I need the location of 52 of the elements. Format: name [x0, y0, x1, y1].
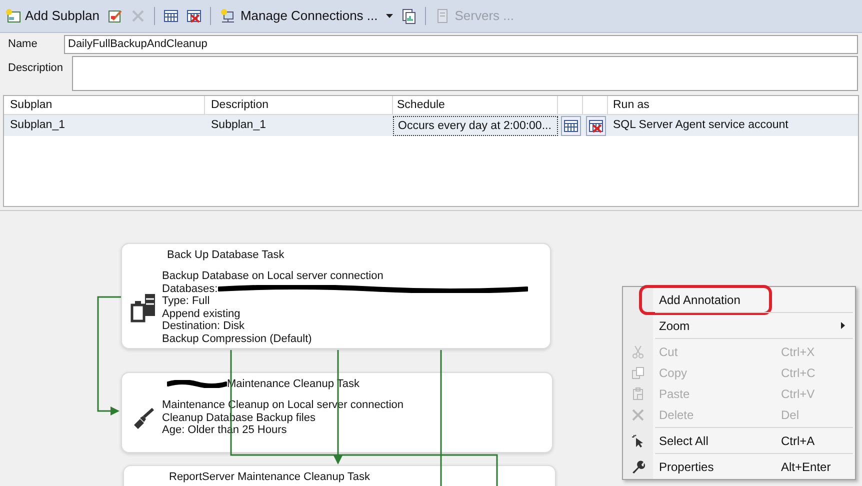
name-label: Name — [7, 36, 38, 52]
delete-icon — [130, 8, 146, 24]
subplan-row[interactable]: Subplan_1 Subplan_1 Occurs every day at 2:00:00... SQL Server Agent service account — [4, 115, 858, 136]
submenu-arrow-icon — [841, 322, 845, 329]
column-header[interactable]: Description — [205, 96, 393, 114]
wrench-icon — [631, 460, 645, 474]
task-detail: Destination: Disk — [162, 320, 245, 332]
task-detail: Append existing — [162, 308, 240, 320]
calendar-remove-icon — [588, 118, 604, 134]
toolbar-icon-button[interactable] — [185, 7, 204, 25]
name-field[interactable]: DailyFullBackupAndCleanup — [64, 34, 858, 54]
table-cell-text: Subplan_1 — [210, 118, 267, 133]
menu-item[interactable]: Add Annotation — [623, 289, 855, 310]
menu-item[interactable]: Properties Alt+Enter — [623, 456, 855, 477]
toolbar-dropdown[interactable]: Manage Connections ... — [218, 6, 395, 26]
report-icon — [400, 8, 417, 24]
task-detail: Databases: — [162, 282, 218, 295]
connection-icon — [220, 8, 236, 24]
task-title: ReportServer Maintenance Cleanup Task — [169, 470, 370, 485]
scissors-icon — [631, 344, 645, 358]
task-card[interactable]: ReportServer Maintenance Cleanup Task — [123, 465, 556, 486]
menu-item[interactable]: Select All Ctrl+A — [623, 430, 855, 451]
toolbar-icon-button[interactable] — [400, 7, 418, 25]
calendar-icon — [163, 8, 180, 24]
edit-icon — [107, 8, 124, 24]
menu-item[interactable]: Zoom — [623, 315, 855, 336]
calendar-remove-icon — [186, 8, 202, 24]
column-header[interactable]: Run as — [608, 96, 858, 114]
description-field[interactable] — [72, 56, 858, 91]
toolbar-icon-button[interactable] — [162, 7, 180, 25]
task-title: Back Up Database Task — [167, 248, 284, 263]
calendar-icon — [562, 118, 578, 134]
task-card[interactable]: Back Up Database Task Backup Database on Local server connection Databases: Type: Full Append existing Destination: Disk Backup Compression (Default) — [121, 243, 551, 349]
task-detail: Type: Full — [162, 295, 210, 308]
schedule-button[interactable] — [558, 116, 583, 136]
description-label: Description — [7, 61, 64, 76]
column-header[interactable]: Subplan — [4, 96, 205, 114]
task-detail: Backup Compression (Default) — [162, 332, 312, 345]
paste-icon — [631, 386, 645, 400]
table-cell-text: Subplan_1 — [9, 118, 66, 133]
task-detail: Backup Database on Local server connection — [162, 270, 384, 282]
copy-icon — [631, 366, 645, 380]
pointer-icon — [631, 434, 645, 448]
new-plan-icon — [5, 8, 21, 24]
caret-icon — [386, 14, 393, 18]
backup-database-icon — [130, 292, 158, 322]
remove-schedule-button[interactable] — [583, 116, 608, 136]
table-cell-text: SQL Server Agent service account — [612, 118, 790, 133]
schedule-cell[interactable]: Occurs every day at 2:00:00... — [393, 116, 558, 136]
toolbar-button[interactable]: Add Subplan — [3, 6, 102, 26]
column-header[interactable]: Schedule — [393, 96, 558, 114]
delete-icon — [631, 408, 645, 422]
